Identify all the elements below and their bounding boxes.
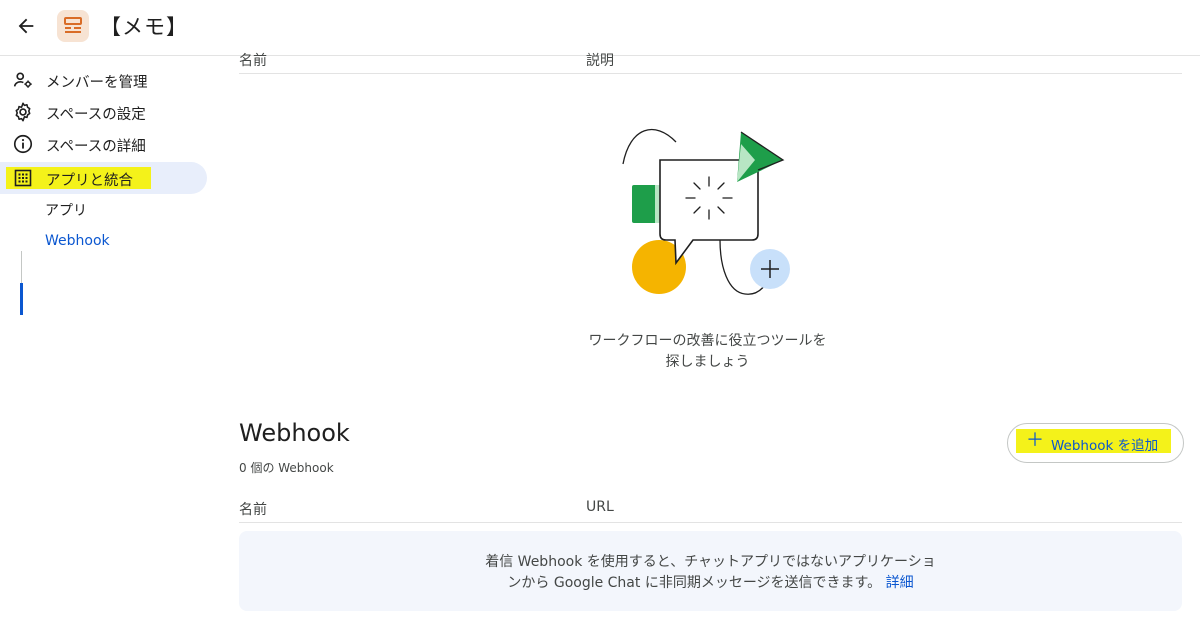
- empty-state-text: ワークフローの改善に役立つツールを 探しましょう: [575, 331, 840, 373]
- info-text: ンから Google Chat に非同期メッセージを送信できます。: [507, 575, 882, 591]
- space-title: 【メモ】: [100, 15, 188, 39]
- empty-state-line: 探しましょう: [665, 354, 750, 370]
- info-icon: [12, 133, 34, 155]
- subnav-active-indicator: [20, 283, 23, 315]
- sidebar-item-apps-integrations[interactable]: アプリと統合: [0, 162, 207, 194]
- sidebar-item-label: スペースの詳細: [46, 139, 146, 155]
- column-header-name: 名前: [239, 502, 267, 518]
- divider: [239, 73, 1182, 74]
- sidebar-item-label: スペースの設定: [46, 107, 146, 123]
- sidebar-item-label: メンバーを管理: [46, 75, 148, 91]
- space-avatar: [57, 10, 89, 42]
- subnav-item-webhook[interactable]: Webhook: [45, 233, 110, 249]
- sidebar-item-space-details[interactable]: スペースの詳細: [0, 128, 207, 160]
- webhook-count: 0 個の Webhook: [239, 461, 334, 475]
- back-button[interactable]: [10, 10, 42, 42]
- column-header-name: 名前: [239, 53, 267, 69]
- info-text-line: 着信 Webhook を使用すると、チャットアプリではないアプリケーショ: [485, 554, 936, 570]
- arrow-back-icon: [18, 18, 34, 34]
- manage-members-icon: [12, 69, 34, 91]
- add-webhook-button[interactable]: ＋ Webhook を追加: [1007, 423, 1184, 463]
- empty-state-illustration: [622, 128, 790, 295]
- subnav-item-apps[interactable]: アプリ: [45, 200, 87, 220]
- empty-state-line: ワークフローの改善に役立つツールを: [588, 333, 827, 349]
- webhook-section-title: Webhook: [239, 419, 350, 447]
- info-text-line-2: ンから Google Chat に非同期メッセージを送信できます。 詳細: [239, 572, 1182, 592]
- subnav-rail: [21, 251, 22, 283]
- gear-icon: [12, 101, 34, 123]
- add-webhook-label: Webhook を追加: [1051, 438, 1159, 454]
- sidebar-item-manage-members[interactable]: メンバーを管理: [0, 64, 207, 96]
- space-icon: [64, 17, 82, 33]
- sidebar: メンバーを管理 スペースの設定 スペースの詳細 アプリと統合 アプリ Webho…: [0, 57, 215, 620]
- webhook-info-box: 着信 Webhook を使用すると、チャットアプリではないアプリケーショ ンから…: [239, 531, 1182, 611]
- main-content: 名前 説明 ワークフローの改善に役立つツールを 探しましょう Webhook 0…: [215, 53, 1200, 620]
- apps-grid-icon: [12, 167, 34, 189]
- divider: [239, 522, 1182, 523]
- plus-icon: ＋: [1026, 430, 1044, 451]
- learn-more-link[interactable]: 詳細: [886, 575, 914, 591]
- sidebar-item-label: アプリと統合: [46, 173, 133, 189]
- column-header-url: URL: [586, 499, 614, 515]
- column-header-description: 説明: [586, 53, 614, 69]
- top-bar: 【メモ】: [0, 0, 1200, 56]
- sidebar-item-space-settings[interactable]: スペースの設定: [0, 96, 207, 128]
